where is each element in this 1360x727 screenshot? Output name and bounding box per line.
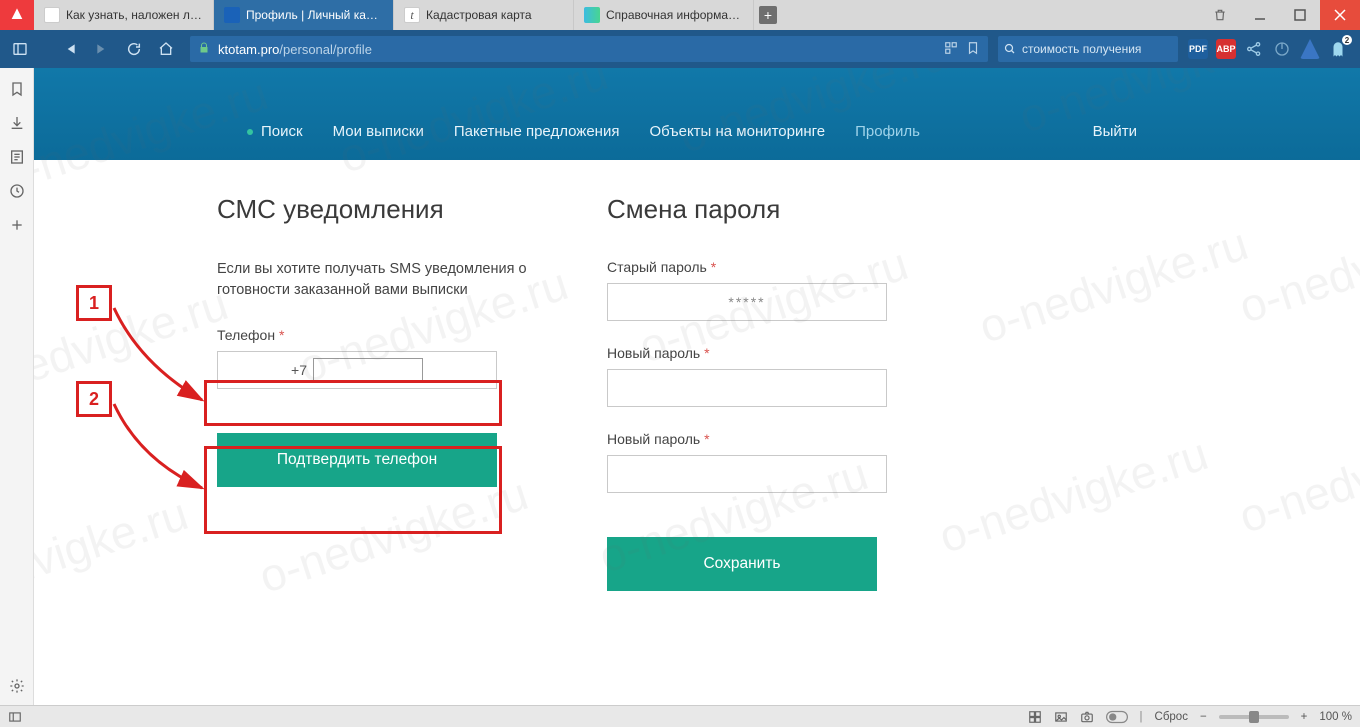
history-icon[interactable] [8, 182, 26, 200]
nav-my-extracts[interactable]: Мои выписки [333, 123, 424, 140]
settings-icon[interactable] [8, 677, 26, 695]
url-text: ktotam.pro/personal/profile [218, 42, 372, 57]
notes-icon[interactable] [8, 148, 26, 166]
downloads-icon[interactable] [8, 114, 26, 132]
qr-icon[interactable] [944, 41, 958, 58]
page-viewport: o-nedvigke.ru o-nedvigke.ru o-nedvigke.r… [34, 68, 1360, 705]
tab-2[interactable]: t Кадастровая карта [394, 0, 574, 30]
badge-count: 2 [1342, 35, 1352, 45]
status-tile-icon[interactable] [1028, 710, 1042, 724]
minimize-button[interactable] [1240, 0, 1280, 30]
annotation-arrow-2 [110, 400, 220, 510]
ext-ghost-icon[interactable]: 2 [1328, 39, 1348, 59]
forward-icon[interactable] [88, 35, 116, 63]
search-box[interactable]: стоимость получения [998, 36, 1178, 62]
browser-statusbar: | Сброс − + 100 % [0, 705, 1360, 727]
zoom-value: 100 % [1319, 711, 1352, 723]
tab-0[interactable]: Как узнать, наложен ли аре [34, 0, 214, 30]
maximize-button[interactable] [1280, 0, 1320, 30]
zoom-minus[interactable]: − [1200, 711, 1207, 723]
ext-vpn-icon[interactable] [1300, 39, 1320, 59]
annotation-arrow-1 [110, 304, 220, 414]
nav-profile[interactable]: Профиль [855, 123, 920, 140]
new-tab-button[interactable]: + [754, 0, 782, 30]
add-panel-icon[interactable] [8, 216, 26, 234]
address-bar[interactable]: ktotam.pro/personal/profile [190, 36, 988, 62]
nav-indicator-dot [247, 129, 253, 135]
tab-1[interactable]: Профиль | Личный кабинет [214, 0, 394, 30]
phone-input[interactable] [313, 358, 423, 382]
bookmark-icon[interactable] [966, 41, 980, 58]
ext-power-icon[interactable] [1272, 39, 1292, 59]
new-password-label: Новый пароль * [607, 345, 987, 361]
status-screenshot-icon[interactable] [1080, 710, 1094, 724]
new-password-input[interactable] [607, 369, 887, 407]
panel-toggle-icon[interactable] [6, 35, 34, 63]
tab-3[interactable]: Справочная информация п [574, 0, 754, 30]
window-controls [1200, 0, 1360, 30]
annotation-box-button [204, 446, 502, 534]
phone-prefix: +7 [291, 362, 307, 378]
nav-exit[interactable]: Выйти [1093, 123, 1177, 140]
bookmarks-icon[interactable] [8, 80, 26, 98]
annotation-marker-1: 1 [76, 285, 112, 321]
sms-description: Если вы хотите получать SMS уведомления … [217, 259, 557, 301]
nav-packages[interactable]: Пакетные предложения [454, 123, 620, 140]
password-heading: Смена пароля [607, 194, 987, 225]
status-toggle-icon[interactable] [1106, 710, 1128, 724]
search-text: стоимость получения [1022, 42, 1141, 56]
window-titlebar: Как узнать, наложен ли аре Профиль | Лич… [0, 0, 1360, 30]
annotation-marker-2: 2 [76, 381, 112, 417]
site-navigation: Поиск Мои выписки Пакетные предложения О… [34, 68, 1360, 160]
status-panel-toggle[interactable] [8, 710, 22, 724]
nav-monitoring[interactable]: Объекты на мониторинге [649, 123, 825, 140]
new-password2-label: Новый пароль * [607, 431, 987, 447]
password-column: Смена пароля Старый пароль * Новый парол… [607, 194, 987, 591]
home-icon[interactable] [152, 35, 180, 63]
annotation-box-phone [204, 380, 502, 426]
phone-label: Телефон * [217, 327, 557, 343]
zoom-plus[interactable]: + [1301, 711, 1308, 723]
side-panel [0, 68, 34, 705]
close-button[interactable] [1320, 0, 1360, 30]
zoom-slider[interactable] [1219, 715, 1289, 719]
old-password-label: Старый пароль * [607, 259, 987, 275]
nav-search[interactable]: Поиск [261, 123, 303, 140]
status-images-icon[interactable] [1054, 710, 1068, 724]
sms-heading: СМС уведомления [217, 194, 557, 225]
reload-icon[interactable] [120, 35, 148, 63]
ext-pdf-icon[interactable]: PDF [1188, 39, 1208, 59]
ext-abp-icon[interactable]: ABP [1216, 39, 1236, 59]
status-reset[interactable]: Сброс [1155, 711, 1188, 723]
old-password-input[interactable] [607, 283, 887, 321]
rewind-icon[interactable] [56, 35, 84, 63]
save-password-button[interactable]: Сохранить [607, 537, 877, 591]
extension-icons: PDF ABP 2 [1182, 39, 1354, 59]
lock-icon [198, 42, 210, 57]
search-icon [1004, 43, 1016, 55]
new-password2-input[interactable] [607, 455, 887, 493]
browser-toolbar: ktotam.pro/personal/profile стоимость по… [0, 30, 1360, 68]
browser-tabs: Как узнать, наложен ли аре Профиль | Лич… [34, 0, 1200, 30]
vivaldi-menu-button[interactable] [0, 0, 34, 30]
trash-icon[interactable] [1200, 0, 1240, 30]
ext-share-icon[interactable] [1244, 39, 1264, 59]
